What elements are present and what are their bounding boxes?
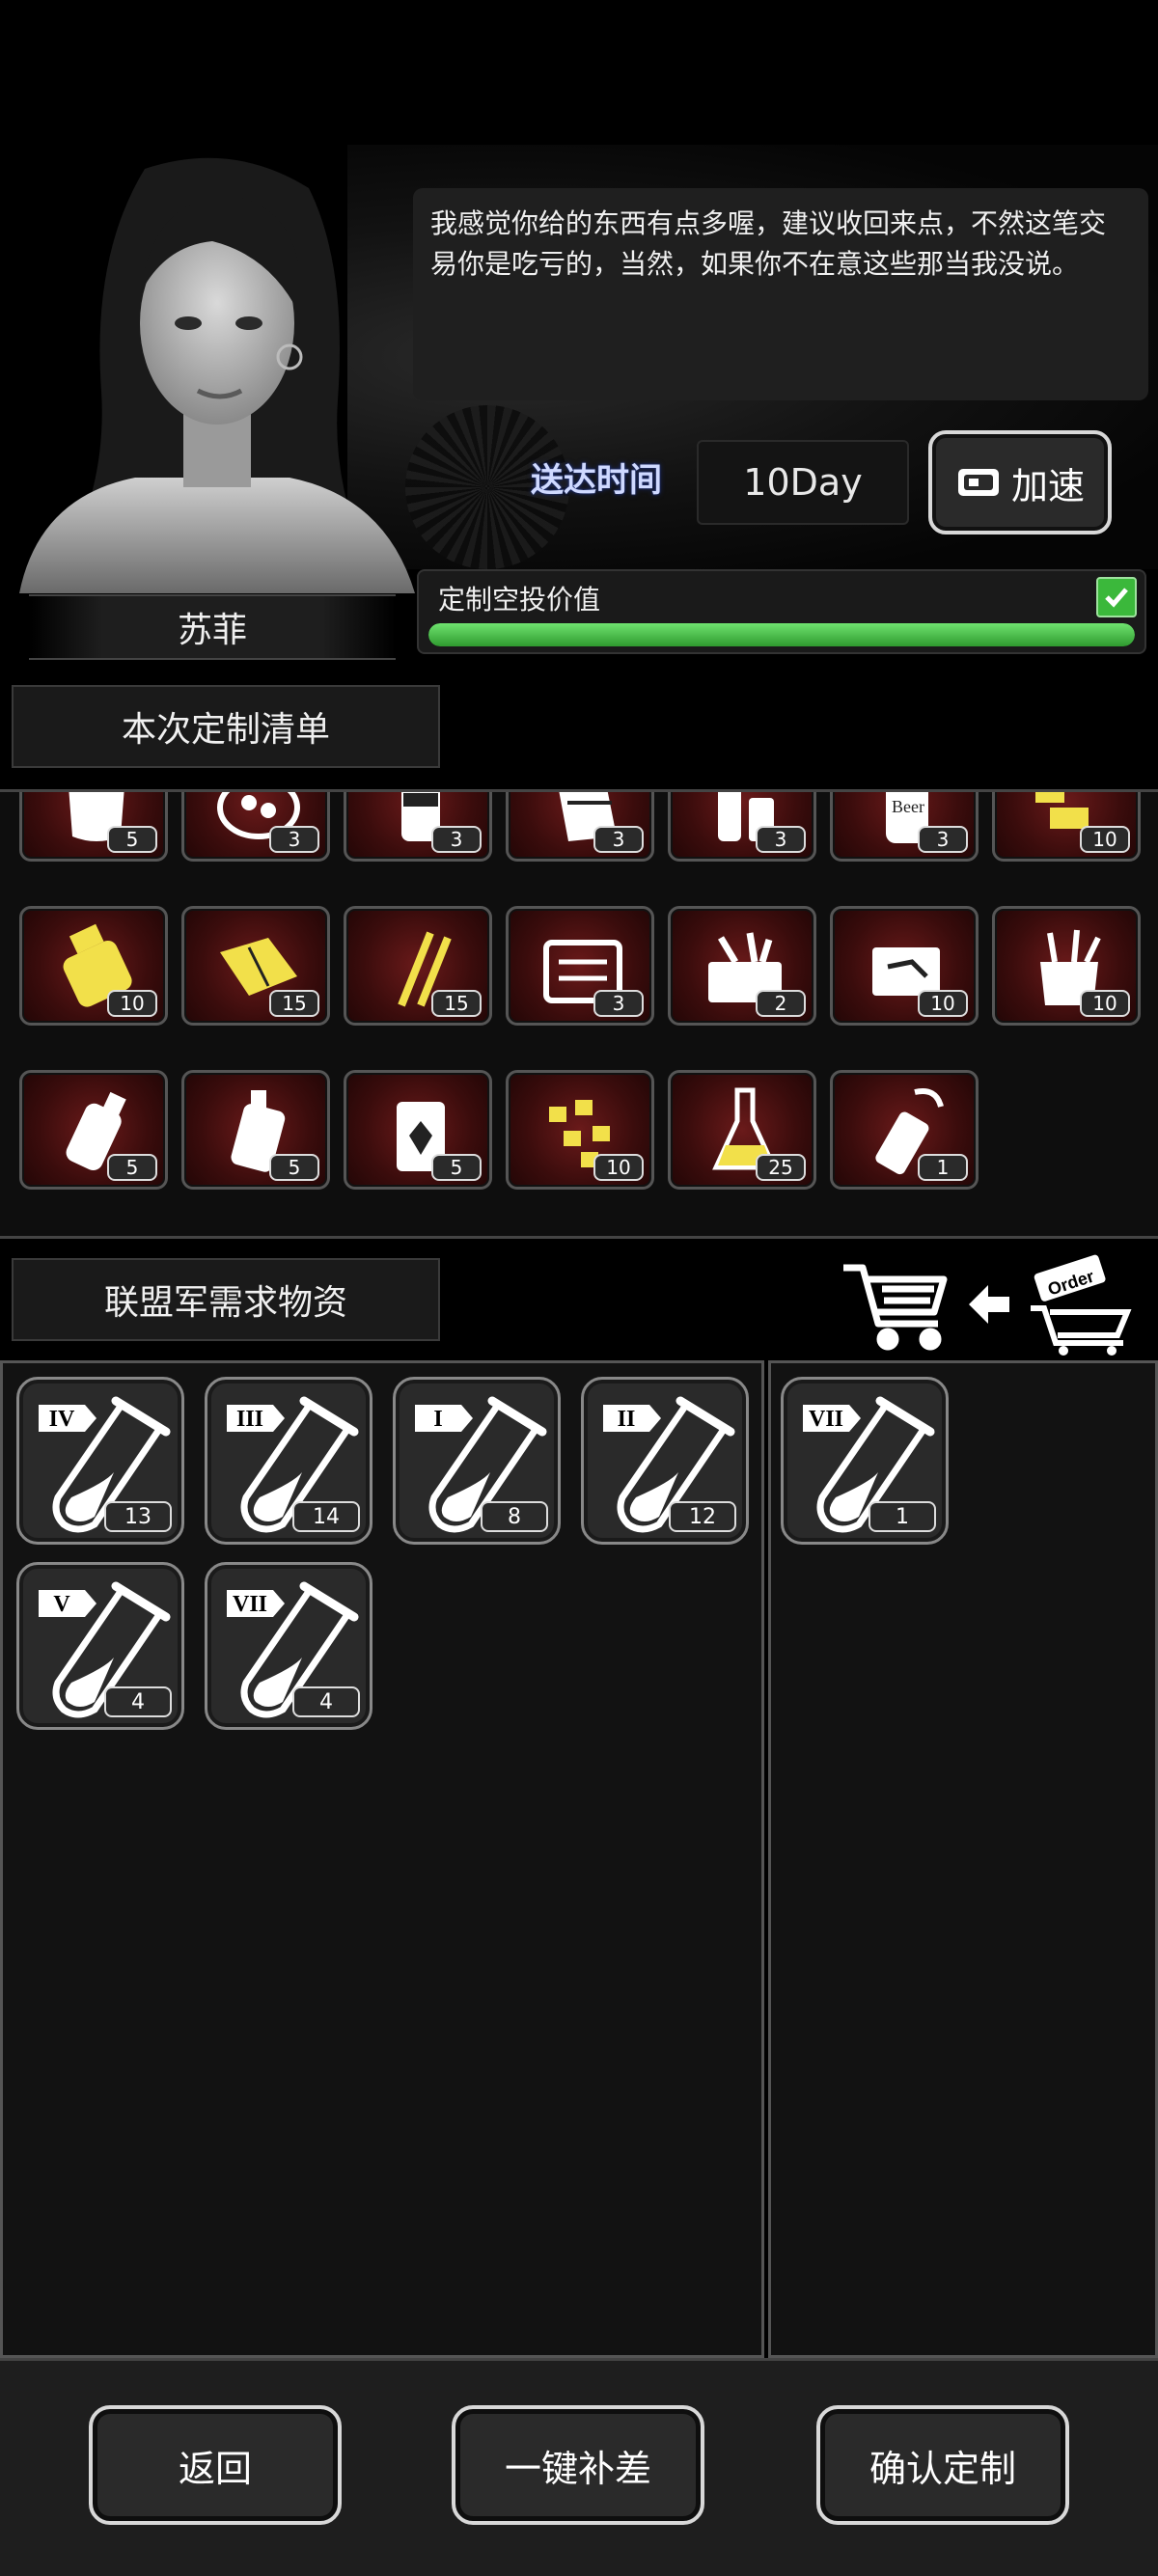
supply-tube-tile[interactable]: V4 — [16, 1562, 184, 1730]
tier-label: V — [53, 1592, 70, 1617]
custom-item-tile[interactable]: 2 — [668, 906, 816, 1026]
tier-label: II — [618, 1407, 636, 1432]
custom-item-tile[interactable]: 3 — [506, 906, 654, 1026]
custom-list-title: 本次定制清单 — [12, 685, 440, 768]
tier-label: III — [236, 1407, 263, 1432]
custom-item-tile[interactable]: 10 — [830, 906, 979, 1026]
tier-label: I — [433, 1407, 442, 1432]
custom-list-grid[interactable]: 5 3 3 3 3 Beer 3 10 10 15 15 3 2 10 10 5 5 5 10 25 1 — [0, 789, 1158, 1239]
npc-portrait — [19, 157, 415, 593]
supply-tube-tile[interactable]: I8 — [393, 1377, 561, 1545]
custom-item-tile[interactable]: 3 — [181, 792, 330, 862]
checkmark-icon — [1096, 577, 1137, 617]
cart-order-icon: Order — [843, 1254, 1132, 1356]
fill-gap-button[interactable]: 一键补差 — [452, 2405, 704, 2525]
tier-label: VII — [233, 1592, 267, 1617]
custom-item-tile[interactable]: 10 — [992, 792, 1141, 862]
item-count-badge: 3 — [593, 826, 644, 853]
selected-supplies-panel[interactable]: VII 1 — [768, 1360, 1158, 2358]
item-count-badge: 4 — [292, 1686, 360, 1717]
item-count-badge: 3 — [918, 826, 968, 853]
arrow-left-icon — [969, 1285, 1009, 1324]
supply-tube-tile[interactable]: II 12 — [581, 1377, 749, 1545]
item-count-badge: 4 — [104, 1686, 172, 1717]
supply-tube-tile[interactable]: VII 1 — [781, 1377, 949, 1545]
custom-item-tile[interactable]: 3 — [506, 792, 654, 862]
item-count-badge: 14 — [292, 1501, 360, 1532]
item-count-badge: 3 — [593, 990, 644, 1017]
item-count-badge: 3 — [756, 826, 806, 853]
item-count-badge: 5 — [107, 1154, 157, 1181]
custom-item-tile[interactable]: 10 — [992, 906, 1141, 1026]
item-count-badge: 10 — [107, 990, 157, 1017]
item-count-badge: 5 — [107, 826, 157, 853]
airdrop-value-bar-fill — [428, 623, 1135, 646]
item-count-badge: 12 — [669, 1501, 736, 1532]
supply-tube-tile[interactable]: III 14 — [205, 1377, 372, 1545]
item-count-badge: 10 — [593, 1154, 644, 1181]
supply-tube-tile[interactable]: VII 4 — [205, 1562, 372, 1730]
custom-item-tile[interactable]: 3 — [344, 792, 492, 862]
npc-dialog-text: 我感觉你给的东西有点多喔，建议收回来点，不然这笔交易你是吃亏的，当然，如果你不在… — [430, 207, 1107, 280]
item-count-badge: 8 — [481, 1501, 548, 1532]
ticket-icon — [957, 469, 999, 496]
order-cart-icon: Order — [1031, 1254, 1132, 1356]
airdrop-value-bar — [428, 623, 1135, 646]
tier-label: VII — [809, 1407, 843, 1432]
custom-item-tile[interactable]: 5 — [181, 1070, 330, 1190]
item-count-badge: 5 — [269, 1154, 319, 1181]
bottom-action-bar: 返回 一键补差 确认定制 — [0, 2358, 1158, 2576]
airdrop-value-panel: 定制空投价值 — [417, 569, 1146, 654]
item-count-badge: 1 — [918, 1154, 968, 1181]
delivery-time-label: 送达时间 — [531, 461, 662, 500]
custom-item-tile[interactable]: 5 — [344, 1070, 492, 1190]
item-count-badge: 10 — [1080, 990, 1130, 1017]
item-count-badge: 25 — [756, 1154, 806, 1181]
npc-name: 苏菲 — [177, 611, 247, 650]
item-count-badge: 2 — [756, 990, 806, 1017]
custom-item-tile[interactable]: 15 — [181, 906, 330, 1026]
top-section: 苏菲 我感觉你给的东西有点多喔，建议收回来点，不然这笔交易你是吃亏的，当然，如果… — [0, 0, 1158, 781]
airdrop-value-label: 定制空投价值 — [438, 584, 601, 616]
alliance-needs-panel[interactable]: IV 13 III 14 I 8 II 12 V 4 VII 4 — [0, 1360, 764, 2358]
custom-item-tile[interactable]: 15 — [344, 906, 492, 1026]
svg-text:Beer: Beer — [892, 797, 924, 816]
delivery-time-value: 10Day — [697, 440, 909, 525]
item-count-badge: 15 — [269, 990, 319, 1017]
confirm-custom-button[interactable]: 确认定制 — [816, 2405, 1069, 2525]
custom-item-tile[interactable]: 5 — [19, 1070, 168, 1190]
custom-item-tile[interactable]: 3 — [668, 792, 816, 862]
custom-item-tile[interactable]: 10 — [19, 906, 168, 1026]
item-count-badge: 13 — [104, 1501, 172, 1532]
custom-item-tile[interactable]: 25 — [668, 1070, 816, 1190]
tier-label: IV — [49, 1407, 75, 1432]
shopping-cart-icon — [843, 1264, 948, 1351]
item-count-badge: 15 — [431, 990, 482, 1017]
item-count-badge: 3 — [269, 826, 319, 853]
custom-item-tile[interactable]: 5 — [19, 792, 168, 862]
item-count-badge: 5 — [431, 1154, 482, 1181]
item-count-badge: 1 — [868, 1501, 936, 1532]
custom-item-tile[interactable]: Beer 3 — [830, 792, 979, 862]
item-count-badge: 10 — [918, 990, 968, 1017]
npc-name-plate: 苏菲 — [29, 594, 396, 660]
item-count-badge: 3 — [431, 826, 482, 853]
custom-item-tile[interactable]: 1 — [830, 1070, 979, 1190]
supply-tube-tile[interactable]: IV 13 — [16, 1377, 184, 1545]
speed-up-label: 加速 — [1010, 464, 1085, 507]
speed-up-button[interactable]: 加速 — [928, 430, 1112, 534]
back-button[interactable]: 返回 — [89, 2405, 342, 2525]
custom-item-tile[interactable]: 10 — [506, 1070, 654, 1190]
alliance-needs-title: 联盟军需求物资 — [12, 1258, 440, 1341]
npc-dialog-box: 我感觉你给的东西有点多喔，建议收回来点，不然这笔交易你是吃亏的，当然，如果你不在… — [413, 188, 1148, 400]
item-count-badge: 10 — [1080, 826, 1130, 853]
